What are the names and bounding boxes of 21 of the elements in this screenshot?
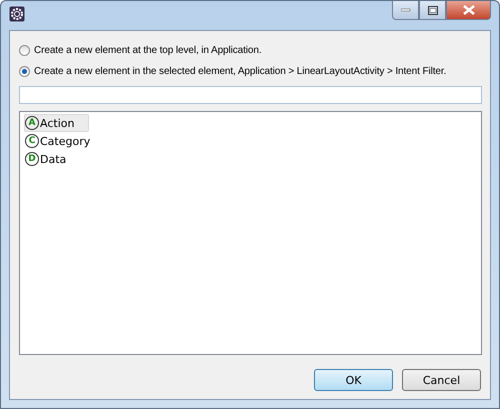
close-icon	[462, 5, 474, 15]
close-button[interactable]	[446, 1, 491, 20]
minimize-icon	[400, 8, 410, 12]
list-item[interactable]: D Data	[24, 150, 82, 168]
radio-option[interactable]: Create a new element at the top level, in Application.	[19, 40, 482, 61]
option-label: Create a new element in the selected element, Application > LinearLayoutActivity > Intent Filter.	[34, 66, 446, 77]
cancel-button[interactable]: Cancel	[402, 369, 481, 391]
letter-icon: D	[25, 152, 39, 166]
gear-icon	[9, 6, 25, 22]
radio-button[interactable]	[19, 66, 30, 77]
letter-icon: A	[25, 116, 39, 130]
radio-option[interactable]: Create a new element in the selected element, Application > LinearLayoutActivity > Intent Filter.	[19, 61, 482, 82]
option-label: Create a new element at the top level, in Application.	[34, 45, 262, 56]
maximize-button[interactable]	[419, 1, 446, 20]
maximize-icon	[428, 6, 438, 14]
letter-icon: C	[25, 134, 39, 148]
filter-field[interactable]	[19, 86, 482, 104]
radio-button[interactable]	[19, 45, 30, 56]
list-item[interactable]: C Category	[24, 132, 106, 150]
list-item[interactable]: A Action	[24, 114, 90, 132]
ok-button[interactable]: OK	[314, 369, 393, 391]
